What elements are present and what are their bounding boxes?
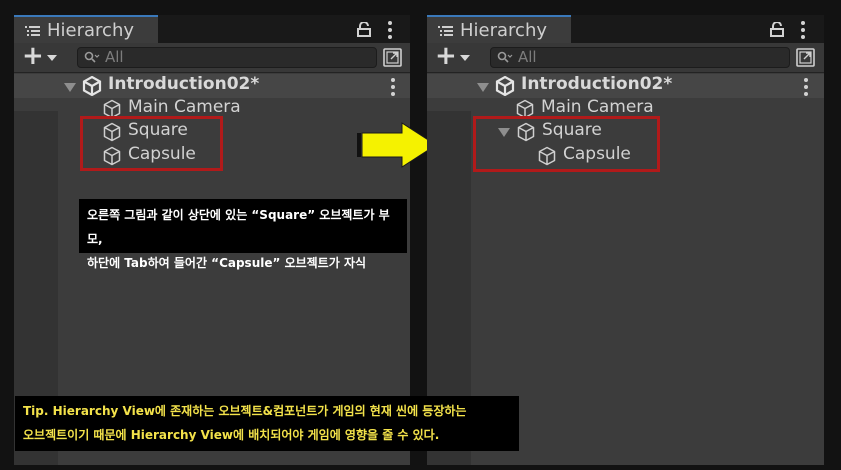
fold-arrow-icon[interactable] <box>477 83 489 92</box>
caption-line: 하단에 Tab하여 들어간 “Capsule” 오브젝트가 자식 <box>87 256 367 270</box>
chevron-down-icon <box>47 55 57 61</box>
search-icon <box>84 51 100 63</box>
search-placeholder: All <box>105 48 124 66</box>
item-label: Main Camera <box>541 97 654 117</box>
list-icon <box>25 26 40 36</box>
chevron-down-icon <box>460 55 470 61</box>
hierarchy-toolbar: + All <box>14 41 410 73</box>
panel-menu-icon[interactable] <box>387 21 393 42</box>
tab-bar: Hierarchy <box>14 15 410 43</box>
scene-name: Introduction02* <box>108 74 260 94</box>
list-icon <box>438 26 453 36</box>
scene-row[interactable]: Introduction02* <box>427 74 824 98</box>
highlight-box <box>80 116 223 171</box>
explanation-caption: 오른쪽 그림과 같이 상단에 있는 “Square” 오브젝트가 부모, 하단에… <box>79 199 407 270</box>
search-input[interactable]: All <box>490 47 790 68</box>
tab-bar: Hierarchy <box>427 15 824 43</box>
scene-filter-icon[interactable] <box>795 47 817 68</box>
scene-row[interactable]: Introduction02* <box>14 74 410 98</box>
hierarchy-toolbar: + All <box>427 41 824 73</box>
unity-scene-icon <box>82 76 102 96</box>
search-icon <box>497 51 513 63</box>
scene-name: Introduction02* <box>521 74 673 94</box>
tab-hierarchy[interactable]: Hierarchy <box>427 15 571 43</box>
lock-icon[interactable] <box>357 22 371 37</box>
tab-title: Hierarchy <box>460 20 548 41</box>
add-object-button[interactable]: + <box>433 41 473 71</box>
tip-line: Tip. Hierarchy View에 존재하는 오브젝트&컴포넌트가 게임의… <box>23 404 467 418</box>
scene-filter-icon[interactable] <box>382 47 404 68</box>
highlight-box <box>473 116 660 172</box>
fold-arrow-icon[interactable] <box>64 83 76 92</box>
plus-icon: + <box>435 41 457 71</box>
tip-caption: Tip. Hierarchy View에 존재하는 오브젝트&컴포넌트가 게임의… <box>15 396 519 451</box>
panel-menu-icon[interactable] <box>800 21 806 42</box>
scene-menu-icon[interactable] <box>390 78 396 99</box>
plus-icon: + <box>22 41 44 71</box>
search-placeholder: All <box>518 48 537 66</box>
caption-line: 오른쪽 그림과 같이 상단에 있는 “Square” 오브젝트가 부모, <box>87 208 390 246</box>
search-input[interactable]: All <box>77 47 377 68</box>
add-object-button[interactable]: + <box>20 41 60 71</box>
tip-line: 오브젝트이기 때문에 Hierarchy View에 배치되어야 게임에 영향을… <box>23 428 440 442</box>
tab-title: Hierarchy <box>47 20 135 41</box>
arrow-right-icon <box>357 122 437 168</box>
scene-menu-icon[interactable] <box>803 78 809 99</box>
unity-scene-icon <box>495 76 515 96</box>
item-label: Main Camera <box>128 97 241 117</box>
lock-icon[interactable] <box>770 22 784 37</box>
tab-hierarchy[interactable]: Hierarchy <box>14 15 158 43</box>
